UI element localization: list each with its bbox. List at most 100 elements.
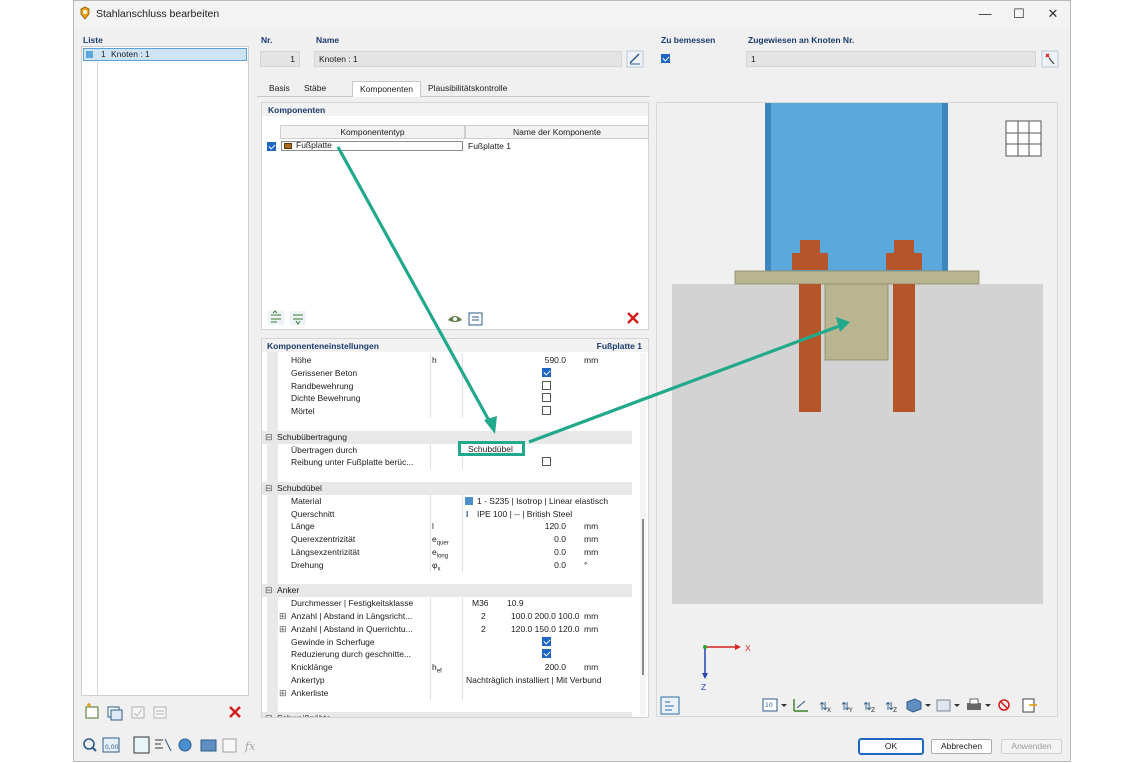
tab-staebe[interactable]: Stäbe	[297, 81, 333, 96]
apply-button[interactable]: Anwenden	[1001, 739, 1062, 754]
setting-text-value[interactable]: Nachträglich installiert | Mit Verbund	[466, 674, 601, 687]
settings-row[interactable]: ⊟ Schubdübel	[262, 482, 632, 495]
settings-scrollbar[interactable]	[640, 353, 646, 717]
delete-component-icon[interactable]	[625, 310, 641, 326]
edit-name-icon[interactable]	[626, 50, 644, 68]
settings-row[interactable]: Querschnitt I IPE 100 | -- | British Steel	[262, 507, 632, 521]
setting-label: Ankerliste	[291, 687, 329, 698]
setting-checkbox[interactable]	[542, 649, 551, 659]
setting-value[interactable]: 0.0	[554, 533, 566, 546]
component-type-cell[interactable]: Fußplatte	[281, 140, 463, 151]
viewer-settings-icon[interactable]	[660, 696, 682, 716]
settings-row[interactable]: Mörtel	[262, 405, 632, 418]
collapse-toggle-icon[interactable]: ⊟	[265, 584, 273, 597]
settings-row[interactable]: Ankertyp Nachträglich installiert | Mit V…	[262, 674, 632, 687]
cancel-button[interactable]: Abbrechen	[931, 739, 992, 754]
setting-checkbox[interactable]	[542, 367, 551, 377]
settings-scroll-thumb[interactable]	[642, 519, 644, 675]
collapse-toggle-icon[interactable]: ⊟	[265, 431, 273, 444]
settings-row[interactable]: ⊞ Anzahl | Abstand in Längsricht... 2 100.0…	[262, 610, 632, 623]
settings-row[interactable]: ⊞ Anzahl | Abstand in Querrichtu... 2 120.0…	[262, 622, 632, 636]
setting-value[interactable]: 0.0	[554, 546, 566, 559]
column-header-name[interactable]: Name der Komponente	[465, 125, 649, 139]
material-value[interactable]: 1 - S235 | Isotrop | Linear elastisch	[477, 495, 608, 508]
settings-row	[262, 469, 632, 482]
title-bar: Stahlanschluss bearbeiten — ☐ ✕	[74, 1, 1070, 27]
material-color-swatch	[465, 496, 473, 505]
settings-row[interactable]: Randbewehrung	[262, 379, 632, 393]
collapse-toggle-icon[interactable]: ⊟	[265, 482, 273, 495]
i-beam-icon: I	[466, 508, 469, 519]
select-node-icon[interactable]	[1041, 50, 1059, 68]
settings-row[interactable]: ⊟ Schweißnähte	[262, 712, 632, 717]
settings-row[interactable]: Dichte Bewehrung	[262, 392, 632, 406]
setting-checkbox[interactable]	[542, 406, 551, 416]
tab-komponenten[interactable]: Komponenten	[352, 81, 421, 97]
anchor-spacing-value[interactable]: 120.0 150.0 120.0	[511, 623, 580, 636]
svg-text:Y: Y	[848, 707, 853, 714]
settings-row[interactable]: Höhe h 590.0 mm	[262, 354, 632, 367]
maximize-button[interactable]: ☐	[1003, 3, 1035, 25]
close-window-button[interactable]: ✕	[1037, 3, 1069, 25]
setting-checkbox[interactable]	[542, 393, 551, 403]
settings-row[interactable]: Gewinde in Scherfuge	[262, 635, 632, 649]
setting-checkbox[interactable]	[542, 636, 551, 646]
settings-row[interactable]: Längsexzentrizität elong 0.0 mm	[262, 546, 632, 560]
settings-row[interactable]: Gerissener Beton	[262, 366, 632, 380]
expand-toggle-icon[interactable]: ⊞	[279, 610, 287, 623]
settings-row[interactable]: ⊞ Ankerliste	[262, 686, 632, 700]
settings-row[interactable]: Reduzierung durch geschnitte...	[262, 648, 632, 662]
settings-row[interactable]: Material 1 - S235 | Isotrop | Linear elas…	[262, 494, 632, 508]
render-mode-icon	[906, 698, 922, 713]
component-checkbox[interactable]	[267, 142, 276, 151]
anchor-spacing-value[interactable]: 100.0 200.0 100.0	[511, 610, 580, 623]
minimize-button[interactable]: —	[969, 3, 1001, 25]
delete-list-item-icon[interactable]	[227, 704, 243, 720]
settings-row[interactable]: Querexzentrizität equer 0.0 mm	[262, 533, 632, 547]
list-item-node-1[interactable]: 1 Knoten : 1	[83, 48, 247, 61]
setting-label: Gerissener Beton	[291, 367, 358, 378]
setting-label: Querexzentrizität	[291, 534, 356, 545]
settings-row[interactable]: Übertragen durch Schubdübel	[262, 440, 632, 457]
settings-grid: Höhe h 590.0 mm Gerissener Beton Randbewehrun…	[262, 354, 638, 717]
anchor-diameter-value[interactable]: M36	[472, 597, 489, 610]
ok-button[interactable]: OK	[858, 738, 924, 755]
strength-class-value[interactable]: 10.9	[507, 597, 524, 610]
settings-row[interactable]: Reibung unter Fußplatte berüc...	[262, 456, 632, 470]
settings-row[interactable]: Länge l 120.0 mm	[262, 520, 632, 534]
model-viewer[interactable]: X Z	[656, 102, 1058, 717]
setting-value[interactable]: 590.0	[545, 354, 566, 367]
setting-label: Längsexzentrizität	[291, 547, 360, 557]
component-row[interactable]: Fußplatte Fußplatte 1	[262, 140, 648, 153]
collapse-toggle-icon[interactable]: ⊟	[265, 712, 273, 717]
expand-toggle-icon[interactable]: ⊞	[279, 623, 287, 636]
settings-row[interactable]: Drehung φx 0.0 °	[262, 558, 632, 572]
nr-field[interactable]: 1	[260, 51, 300, 67]
setting-checkbox[interactable]	[542, 457, 551, 467]
name-field[interactable]: Knoten : 1	[314, 51, 622, 67]
setting-checkbox[interactable]	[542, 380, 551, 390]
dimension-icon: 10	[762, 698, 778, 712]
transfer-type-value[interactable]: Schubdübel	[458, 440, 525, 456]
viewer-toolbar: 10 ⇅X ⇅Y ⇅Z ⇅Z	[762, 698, 1037, 714]
settings-row[interactable]: ⊟ Anker	[262, 584, 632, 598]
assigned-nodes-field[interactable]: 1	[746, 51, 1036, 67]
settings-row[interactable]: Knicklänge hef 200.0 mm	[262, 661, 632, 675]
tab-plausibilitaetskontrolle[interactable]: Plausibilitätskontrolle	[421, 81, 514, 96]
column-header-type[interactable]: Komponententyp	[280, 125, 465, 139]
tab-basis[interactable]: Basis	[262, 81, 297, 96]
anchor-count-value[interactable]: 2	[481, 623, 486, 636]
setting-value[interactable]: 120.0	[545, 520, 566, 533]
setting-value[interactable]: 200.0	[545, 661, 566, 674]
cross-section-value[interactable]: IPE 100 | -- | British Steel	[477, 508, 572, 521]
settings-row[interactable]: ⊟ Schubübertragung	[262, 430, 632, 444]
settings-row[interactable]: Durchmesser | Festigkeitsklasse M36 10.9	[262, 597, 632, 610]
setting-label: Höhe	[291, 355, 312, 365]
anchor-count-value[interactable]: 2	[481, 610, 486, 623]
components-toolbar-left	[268, 310, 306, 325]
setting-value[interactable]: 0.0	[554, 559, 566, 572]
list-header: Liste	[83, 35, 103, 45]
expand-toggle-icon[interactable]: ⊞	[279, 687, 287, 700]
design-checkbox[interactable]	[661, 54, 670, 63]
component-name-label: Fußplatte 1	[468, 141, 511, 151]
